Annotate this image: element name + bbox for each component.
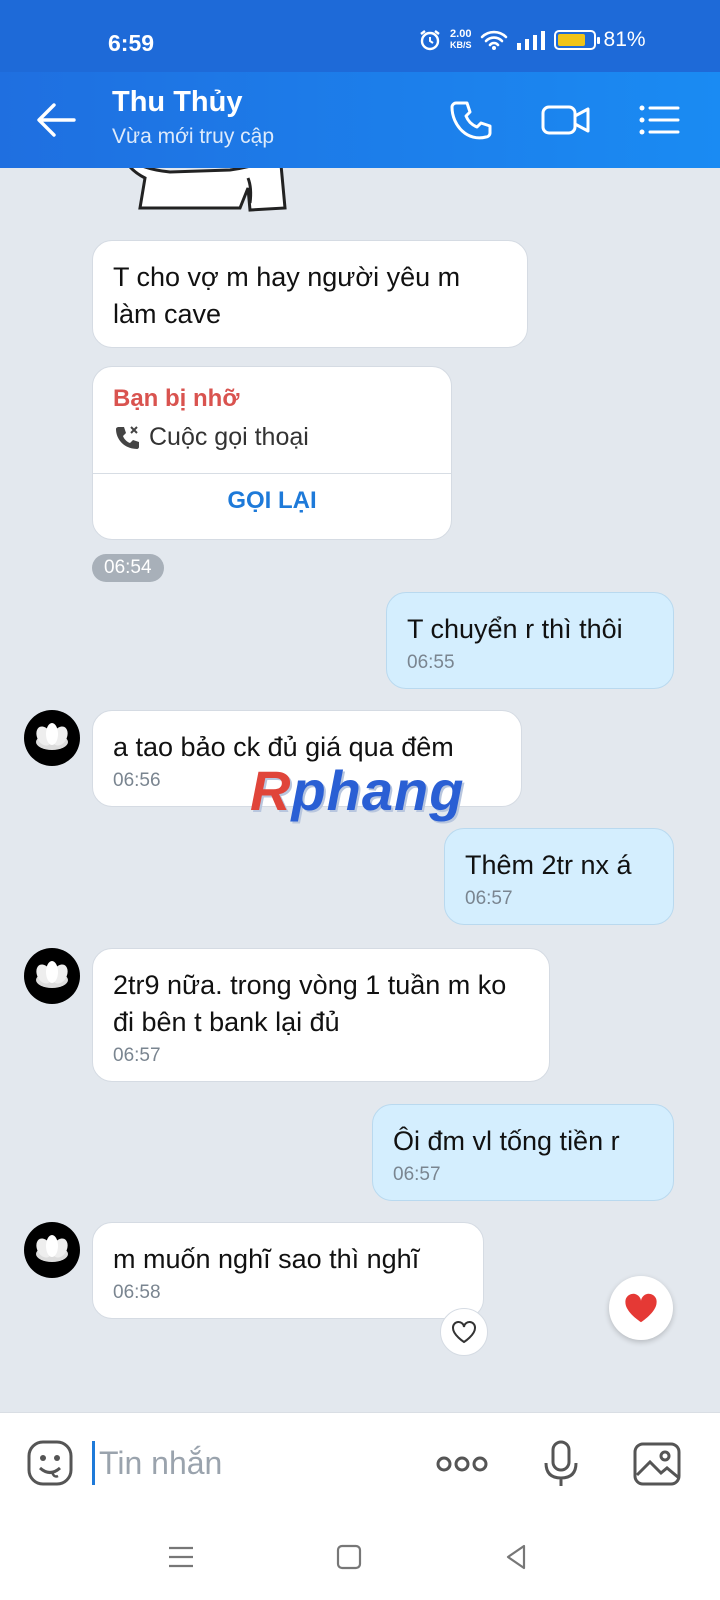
message-bubble-incoming[interactable]: 2tr9 nữa. trong vòng 1 tuần m ko đi bên … <box>92 948 550 1082</box>
missed-call-label: Cuộc gọi thoại <box>149 423 309 451</box>
contact-name[interactable]: Thu Thủy <box>112 86 242 119</box>
video-call-icon[interactable] <box>540 98 592 142</box>
react-heart-button[interactable] <box>440 1308 488 1356</box>
watermark-logo: Rphang <box>250 758 464 823</box>
quick-heart-button[interactable] <box>609 1276 673 1340</box>
menu-list-icon[interactable] <box>636 98 682 142</box>
message-text: T cho vợ m hay người yêu m làm cave <box>113 262 461 329</box>
contact-avatar[interactable] <box>24 710 80 766</box>
message-input[interactable] <box>92 1441 412 1485</box>
wifi-icon <box>480 30 507 50</box>
watermark-text: phang <box>291 759 465 822</box>
image-gallery-icon[interactable] <box>632 1439 682 1489</box>
message-bubble-outgoing[interactable]: Thêm 2tr nx á 06:57 <box>444 828 674 925</box>
missed-call-detail: Cuộc gọi thoại <box>113 423 309 452</box>
battery-fill <box>557 34 586 46</box>
lotus-icon <box>36 961 68 988</box>
status-time: 6:59 <box>108 30 155 56</box>
message-input-bar <box>0 1412 720 1512</box>
status-icons: 2.00 KB/S 81% <box>418 28 646 52</box>
more-options-icon[interactable] <box>434 1439 490 1489</box>
message-text: Thêm 2tr nx á <box>465 850 632 880</box>
microphone-icon[interactable] <box>536 1439 586 1489</box>
contact-status: Vừa mới truy cập <box>112 125 275 148</box>
message-text: 2tr9 nữa. trong vòng 1 tuần m ko đi bên … <box>113 970 507 1037</box>
contact-avatar[interactable] <box>24 1222 80 1278</box>
net-speed: 2.00 KB/S <box>450 29 472 51</box>
heart-icon <box>625 1293 657 1323</box>
message-text: T chuyển r thì thôi <box>407 614 623 644</box>
call-back-button[interactable]: GỌI LẠI <box>93 487 451 515</box>
message-bubble-outgoing[interactable]: T chuyển r thì thôi 06:55 <box>386 592 674 689</box>
message-bubble-incoming[interactable]: m muốn nghĩ sao thì nghĩ 06:58 <box>92 1222 484 1319</box>
watermark-r: R <box>250 759 292 822</box>
message-time: 06:57 <box>113 1045 161 1066</box>
back-nav-icon[interactable] <box>502 1542 532 1572</box>
message-list[interactable]: T cho vợ m hay người yêu m làm cave Bạn … <box>0 168 720 1412</box>
missed-call-title: Bạn bị nhỡ <box>113 385 240 412</box>
message-time: 06:58 <box>113 1282 161 1303</box>
message-time: 06:55 <box>407 652 455 673</box>
back-arrow-icon[interactable] <box>34 100 78 140</box>
sticker-image <box>129 168 287 212</box>
emoji-sticker-icon[interactable] <box>26 1439 74 1487</box>
alarm-icon <box>420 30 440 51</box>
contact-avatar[interactable] <box>24 948 80 1004</box>
missed-call-icon <box>116 425 139 449</box>
message-time-pill: 06:54 <box>92 554 164 582</box>
message-text: m muốn nghĩ sao thì nghĩ <box>113 1244 420 1274</box>
recent-apps-icon[interactable] <box>166 1542 196 1572</box>
message-text: Ôi đm vl tống tiền r <box>393 1126 620 1156</box>
lotus-icon <box>36 723 68 750</box>
status-bar: 6:59 2.00 KB/S 81% <box>0 0 720 72</box>
battery-icon <box>553 30 600 50</box>
chat-header: Thu Thủy Vừa mới truy cập <box>0 72 720 168</box>
message-bubble-outgoing[interactable]: Ôi đm vl tống tiền r 06:57 <box>372 1104 674 1201</box>
net-speed-unit: KB/S <box>450 40 472 50</box>
message-time: 06:57 <box>465 888 513 909</box>
home-icon[interactable] <box>334 1542 364 1572</box>
net-speed-value: 2.00 <box>450 28 472 40</box>
battery-percent: 81% <box>603 28 646 51</box>
missed-call-card: Bạn bị nhỡ Cuộc gọi thoại GỌI LẠI <box>92 366 452 540</box>
heart-outline-icon <box>452 1321 476 1344</box>
system-nav-bar <box>0 1512 720 1600</box>
signal-icon <box>516 31 545 50</box>
message-bubble-incoming[interactable]: T cho vợ m hay người yêu m làm cave <box>92 240 528 348</box>
phone-call-icon[interactable] <box>450 98 496 142</box>
lotus-icon <box>36 1235 68 1262</box>
message-time: 06:57 <box>393 1164 441 1185</box>
divider <box>93 473 451 474</box>
